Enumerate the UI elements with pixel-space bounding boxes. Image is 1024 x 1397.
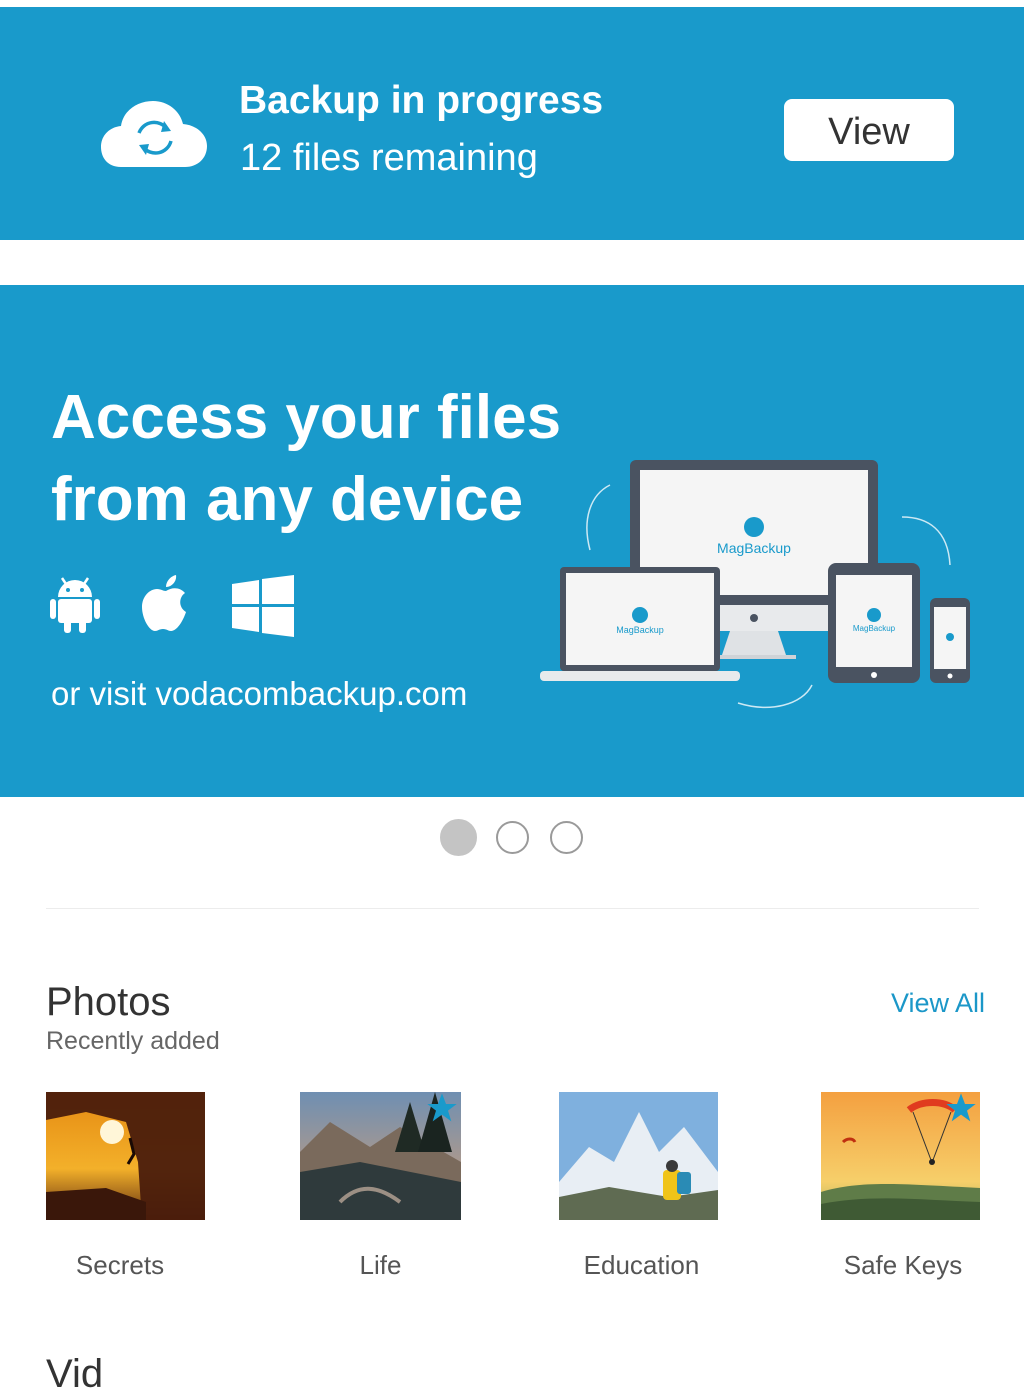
tablet-brand-label: MagBackup (853, 624, 896, 633)
photos-section-title: Photos (46, 980, 171, 1024)
carousel-dot-2[interactable] (496, 821, 529, 854)
windows-icon (232, 575, 294, 637)
promo-headline-line-1: Access your files (51, 383, 562, 452)
photos-section-subtitle: Recently added (46, 1027, 220, 1055)
favorite-star-icon[interactable] (425, 1092, 459, 1124)
photo-label-safe-keys: Safe Keys (843, 1250, 963, 1280)
section-divider (46, 908, 979, 909)
view-all-photos-link[interactable]: View All (891, 988, 985, 1019)
carousel-dot-3[interactable] (550, 821, 583, 854)
carousel-dot-1[interactable] (440, 819, 477, 856)
photo-label-life: Life (359, 1250, 402, 1280)
next-section-title: Vid (46, 1352, 104, 1396)
monitor-brand-label: MagBackup (717, 540, 791, 556)
photo-thumbnail-safe-keys[interactable] (821, 1092, 980, 1220)
view-backup-button[interactable]: View (784, 99, 954, 161)
photo-thumbnail-secrets[interactable] (46, 1092, 205, 1220)
backup-status-banner: Backup in progress 12 files remaining Vi… (0, 7, 1024, 240)
android-icon (50, 577, 100, 633)
promo-carousel-slide[interactable]: Access your files from any device or vis… (0, 285, 1024, 797)
photo-thumbnail-life[interactable] (300, 1092, 461, 1220)
backup-title: Backup in progress (239, 79, 604, 122)
photo-label-secrets: Secrets (75, 1250, 165, 1280)
cloud-sync-icon (101, 101, 207, 167)
photo-label-education: Education (583, 1250, 700, 1280)
apple-icon (142, 575, 186, 631)
promo-visit-link-text: or visit vodacombackup.com (51, 675, 468, 712)
devices-illustration: MagBackup MagBackup MagBackup (540, 460, 970, 709)
photo-thumbnail-education[interactable] (559, 1092, 718, 1220)
favorite-star-icon[interactable] (944, 1092, 978, 1124)
backup-remaining-count: 12 files remaining (240, 137, 538, 179)
laptop-brand-label: MagBackup (616, 625, 664, 635)
